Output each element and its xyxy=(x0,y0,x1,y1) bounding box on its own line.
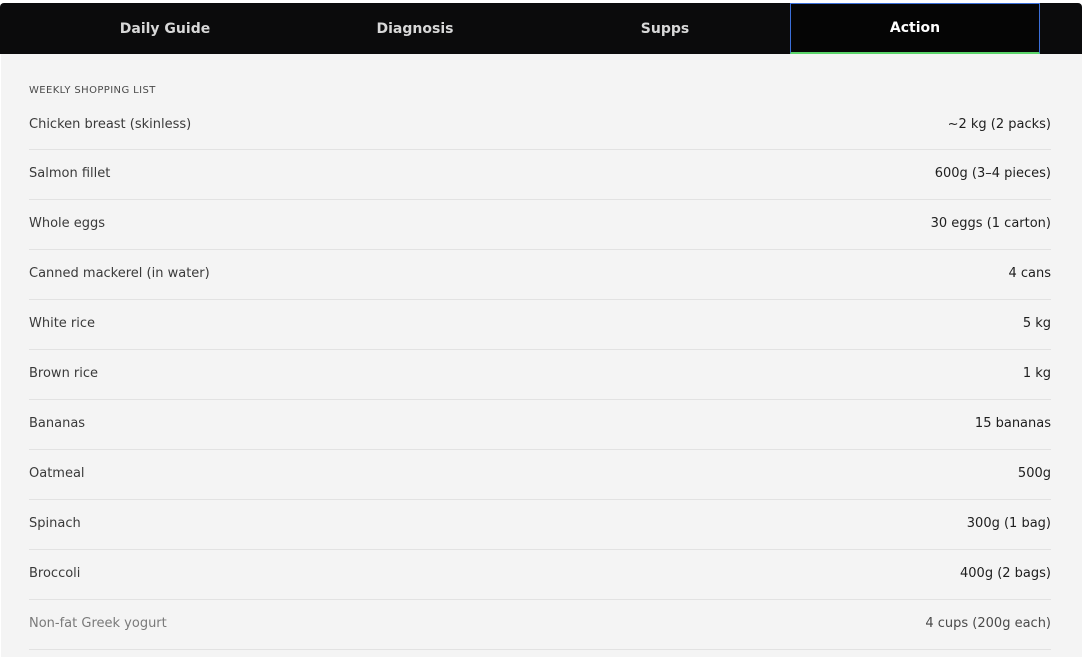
list-item: Bananas 15 bananas xyxy=(29,400,1051,450)
item-name: Non-fat Greek yogurt xyxy=(29,615,167,631)
app-frame: Daily Guide Diagnosis Supps Action WEEKL… xyxy=(0,0,1084,657)
tab-supps[interactable]: Supps xyxy=(540,3,790,54)
tab-action[interactable]: Action xyxy=(790,3,1040,54)
item-name: Chicken breast (skinless) xyxy=(29,116,192,132)
list-item: Spinach 300g (1 bag) xyxy=(29,500,1051,550)
list-item: Salmon fillet 600g (3–4 pieces) xyxy=(29,150,1051,200)
list-item: Oatmeal 500g xyxy=(29,450,1051,500)
item-quantity: 500g xyxy=(1017,465,1051,481)
item-name: Canned mackerel (in water) xyxy=(29,265,210,281)
item-name: White rice xyxy=(29,315,96,331)
item-quantity: ~2 kg (2 packs) xyxy=(947,116,1051,132)
item-quantity: 5 kg xyxy=(1022,315,1051,331)
item-quantity: 1 kg xyxy=(1022,365,1051,381)
item-name: Whole eggs xyxy=(29,215,106,231)
list-item: Chicken breast (skinless) ~2 kg (2 packs… xyxy=(29,102,1051,150)
list-item: Canned mackerel (in water) 4 cans xyxy=(29,250,1051,300)
item-name: Brown rice xyxy=(29,365,99,381)
item-quantity: 4 cans xyxy=(1008,265,1051,281)
item-name: Spinach xyxy=(29,515,81,531)
item-quantity: 400g (2 bags) xyxy=(960,565,1051,581)
item-name: Broccoli xyxy=(29,565,81,581)
list-item: Broccoli 400g (2 bags) xyxy=(29,550,1051,600)
shopping-list-heading: WEEKLY SHOPPING LIST xyxy=(29,85,156,96)
list-item: White rice 5 kg xyxy=(29,300,1051,350)
tab-diagnosis[interactable]: Diagnosis xyxy=(290,3,540,54)
item-name: Bananas xyxy=(29,415,86,431)
list-item: Whole eggs 30 eggs (1 carton) xyxy=(29,200,1051,250)
item-quantity: 600g (3–4 pieces) xyxy=(934,165,1051,181)
item-quantity: 30 eggs (1 carton) xyxy=(930,215,1051,231)
item-quantity: 4 cups (200g each) xyxy=(925,615,1051,631)
tab-bar: Daily Guide Diagnosis Supps Action xyxy=(0,3,1082,54)
shopping-list: Chicken breast (skinless) ~2 kg (2 packs… xyxy=(29,102,1051,650)
list-item: Non-fat Greek yogurt 4 cups (200g each) xyxy=(29,600,1051,650)
item-quantity: 300g (1 bag) xyxy=(966,515,1051,531)
tab-daily-guide[interactable]: Daily Guide xyxy=(40,3,290,54)
list-item: Brown rice 1 kg xyxy=(29,350,1051,400)
action-panel: WEEKLY SHOPPING LIST Chicken breast (ski… xyxy=(1,54,1082,657)
item-name: Salmon fillet xyxy=(29,165,111,181)
item-name: Oatmeal xyxy=(29,465,85,481)
item-quantity: 15 bananas xyxy=(974,415,1051,431)
